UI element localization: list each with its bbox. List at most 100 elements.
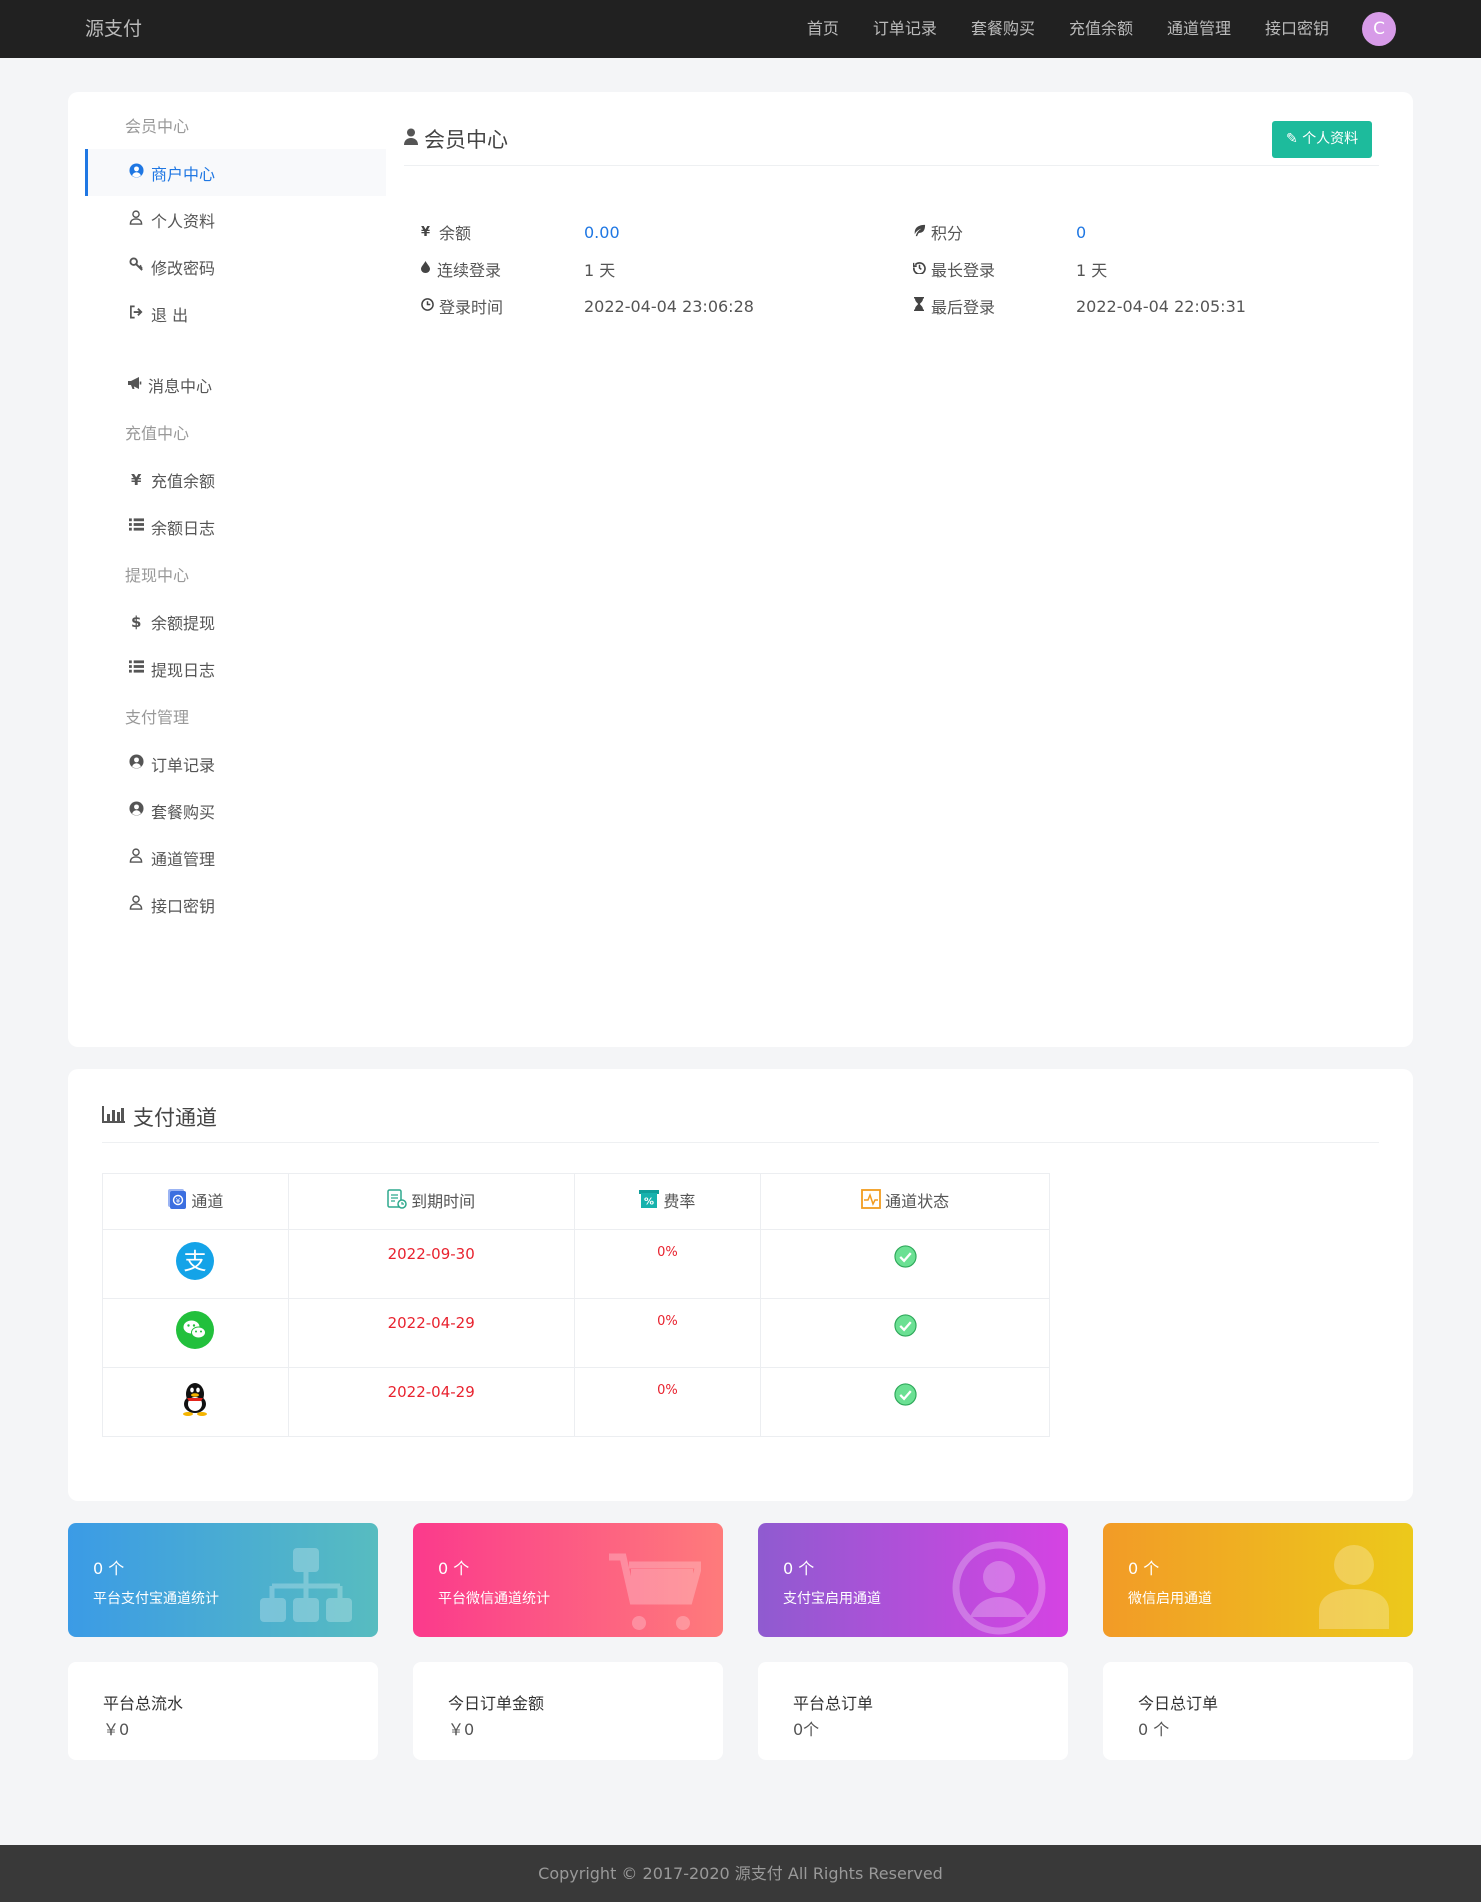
history-icon	[912, 261, 931, 278]
sidebar-item-label: 退 出	[151, 305, 189, 325]
brand-logo[interactable]: 源支付	[85, 0, 142, 58]
divider	[102, 1142, 1379, 1143]
sidebar-item-change-password[interactable]: 修改密码	[85, 243, 386, 290]
nav-packages[interactable]: 套餐购买	[971, 0, 1035, 58]
list-icon	[129, 518, 151, 535]
nav-orders[interactable]: 订单记录	[873, 0, 937, 58]
sidebar-item-label: 余额提现	[151, 613, 216, 633]
sidebar-item-label: 接口密钥	[151, 896, 216, 916]
expire-cell: 2022-04-29	[287, 1367, 575, 1437]
nav-channels[interactable]: 通道管理	[1167, 0, 1231, 58]
nav-api-keys[interactable]: 接口密钥	[1265, 0, 1329, 58]
check-circle-icon	[894, 1314, 917, 1341]
sidebar-item-merchant-center[interactable]: 商户中心	[85, 149, 386, 196]
avatar[interactable]: C	[1362, 12, 1396, 46]
sidebar-item-label: 套餐购买	[151, 802, 216, 822]
svg-text:¥: ¥	[176, 1197, 181, 1205]
summary-value: ￥0	[448, 1720, 475, 1739]
info-streak: 连续登录 1 天	[421, 257, 615, 281]
calendar-doc-icon	[387, 1189, 407, 1209]
info-last-login: 最后登录 2022-04-04 22:05:31	[913, 294, 1246, 318]
rate-cell: 0%	[573, 1229, 762, 1299]
rate-cell: 0%	[573, 1298, 762, 1368]
table-row: 2022-04-29 0%	[102, 1298, 1050, 1368]
channels-title: 支付通道	[102, 1102, 217, 1132]
expire-cell: 2022-09-30	[287, 1229, 575, 1299]
sidebar-item-profile[interactable]: 个人资料	[85, 196, 386, 243]
bar-chart-icon	[102, 1106, 125, 1128]
stat-label: 平台微信通道统计	[438, 1591, 550, 1607]
status-cell	[760, 1229, 1050, 1299]
channel-cell: 支	[102, 1229, 289, 1299]
user-circle-icon	[129, 163, 151, 182]
stat-count: 0 个	[93, 1559, 125, 1578]
sidebar-group-withdraw: 提现中心	[125, 566, 190, 585]
info-points: 积分 0	[913, 220, 1086, 244]
summary-title: 今日订单金额	[448, 1694, 545, 1713]
user-circle-icon	[129, 801, 151, 820]
sidebar-item-api-keys[interactable]: 接口密钥	[85, 881, 386, 928]
summary-value: ￥0	[103, 1720, 130, 1739]
yen-icon: ¥	[421, 224, 431, 240]
sidebar-item-label: 订单记录	[151, 755, 216, 775]
summary-value: 0个	[793, 1720, 820, 1739]
stat-label: 支付宝启用通道	[783, 1591, 881, 1607]
summary-total-flow: 平台总流水 ￥0	[68, 1662, 378, 1760]
nav-home[interactable]: 首页	[807, 0, 839, 58]
sidebar-item-label: 通道管理	[151, 849, 216, 869]
nav-recharge[interactable]: 充值余额	[1069, 0, 1133, 58]
sidebar-group-member: 会员中心	[125, 117, 190, 136]
bullhorn-icon	[127, 376, 148, 394]
status-cell	[760, 1298, 1050, 1368]
channels-table: ¥ 通道 到期时间 % 费率 通道状态 支 2022-09-30 0% 2022…	[102, 1173, 1050, 1437]
sidebar-item-balance-log[interactable]: 余额日志	[85, 503, 386, 550]
sidebar-item-channels[interactable]: 通道管理	[85, 834, 386, 881]
rate-cell: 0%	[573, 1367, 762, 1437]
column-header-status: 通道状态	[760, 1173, 1050, 1230]
key-icon	[129, 257, 151, 276]
sidebar-item-withdraw[interactable]: $ 余额提现	[85, 598, 386, 645]
cart-icon	[609, 1553, 701, 1630]
sidebar-item-message-center[interactable]: 消息中心	[85, 361, 386, 408]
divider	[404, 165, 1379, 166]
tint-icon	[421, 261, 437, 277]
check-circle-icon	[894, 1383, 917, 1410]
sidebar-item-packages[interactable]: 套餐购买	[85, 787, 386, 834]
leaf-icon	[913, 224, 931, 241]
channel-card-icon: ¥	[167, 1189, 187, 1209]
user-icon	[1319, 1545, 1389, 1629]
summary-title: 平台总订单	[793, 1694, 874, 1713]
yen-icon: ¥	[131, 470, 142, 489]
sidebar-item-recharge-balance[interactable]: ¥ 充值余额	[85, 456, 386, 503]
stat-tile-alipay-channels: 0 个 平台支付宝通道统计	[68, 1523, 378, 1637]
pulse-chart-icon	[861, 1189, 882, 1209]
profile-button[interactable]: ✎ 个人资料	[1272, 121, 1373, 158]
status-cell	[760, 1367, 1050, 1437]
alipay-icon: 支	[176, 1242, 215, 1284]
sidebar-item-orders[interactable]: 订单记录	[85, 740, 386, 787]
channel-cell	[102, 1298, 289, 1368]
top-navbar: 源支付 首页 订单记录 套餐购买 充值余额 通道管理 接口密钥 C	[0, 0, 1481, 58]
sidebar-item-logout[interactable]: 退 出	[85, 290, 386, 337]
member-title: 会员中心	[404, 124, 508, 154]
list-icon	[129, 660, 151, 677]
user-circle-icon	[129, 754, 151, 773]
info-login-time: 登录时间 2022-04-04 23:06:28	[421, 294, 754, 318]
expire-cell: 2022-04-29	[287, 1298, 575, 1368]
top-nav: 首页 订单记录 套餐购买 充值余额 通道管理 接口密钥	[773, 0, 1329, 58]
sidebar-item-label: 提现日志	[151, 660, 216, 680]
summary-title: 今日总订单	[1138, 1694, 1219, 1713]
stat-tile-wechat-enabled: 0 个 微信启用通道	[1103, 1523, 1413, 1637]
footer: Copyright © 2017-2020 源支付 All Rights Res…	[0, 1845, 1481, 1902]
sidebar: 会员中心 商户中心 个人资料 修改密码 退 出 消息中心 充值中心 ¥ 充值余额	[85, 110, 386, 928]
qq-icon	[179, 1383, 211, 1420]
stat-label: 微信启用通道	[1128, 1591, 1212, 1607]
sitemap-icon	[260, 1548, 352, 1622]
stat-count: 0 个	[438, 1559, 470, 1578]
stat-count: 0 个	[1128, 1559, 1160, 1578]
info-balance: ¥ 余额 0.00	[421, 222, 620, 244]
info-longest-login: 最长登录 1 天	[912, 257, 1107, 281]
user-circle-icon	[952, 1541, 1046, 1635]
sidebar-item-withdraw-log[interactable]: 提现日志	[85, 645, 386, 692]
dollar-icon: $	[131, 612, 142, 631]
